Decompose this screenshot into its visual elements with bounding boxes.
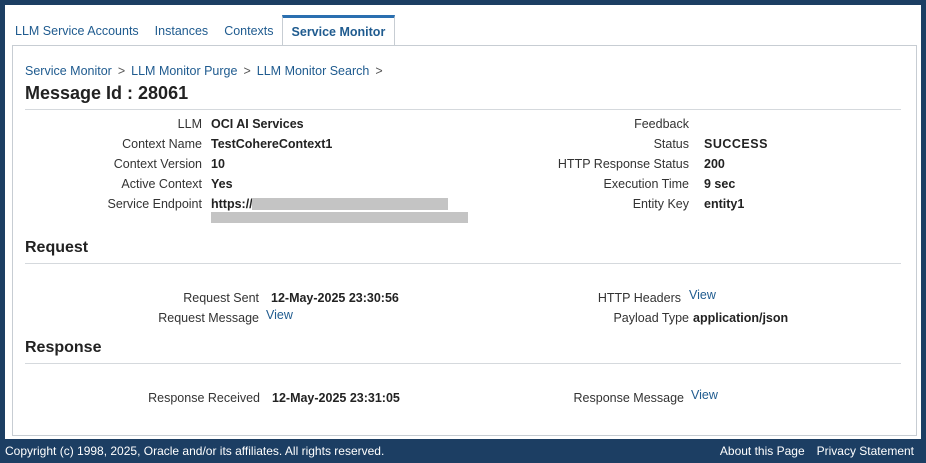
response-received-value: 12-May-2025 23:31:05: [272, 391, 400, 405]
tab-bar: LLM Service Accounts Instances Contexts …: [5, 15, 396, 47]
entity-key-label: Entity Key: [632, 197, 689, 211]
execution-time-value: 9 sec: [704, 177, 736, 191]
context-version-label: Context Version: [113, 157, 202, 171]
tab-service-monitor[interactable]: Service Monitor: [281, 15, 396, 47]
http-headers-label: HTTP Headers: [597, 291, 681, 305]
title-divider: [25, 109, 901, 110]
http-response-status-label: HTTP Response Status: [557, 157, 689, 171]
privacy-statement-link[interactable]: Privacy Statement: [817, 439, 914, 463]
copyright-text: Copyright (c) 1998, 2025, Oracle and/or …: [5, 444, 385, 458]
context-name-label: Context Name: [122, 137, 202, 151]
llm-label: LLM: [177, 117, 202, 131]
response-message-label: Response Message: [573, 391, 684, 405]
breadcrumb-separator: >: [375, 64, 383, 78]
status-value: SUCCESS: [704, 137, 768, 151]
redacted-endpoint-line-1: [252, 198, 448, 210]
request-message-label: Request Message: [158, 311, 259, 325]
http-response-status-value: 200: [704, 157, 725, 171]
active-context-value: Yes: [211, 177, 233, 191]
tab-contexts[interactable]: Contexts: [216, 16, 281, 46]
payload-type-value: application/json: [693, 311, 789, 325]
tab-instances[interactable]: Instances: [147, 16, 217, 46]
page-title: Message Id : 28061: [25, 83, 189, 103]
breadcrumb-llm-monitor-purge[interactable]: LLM Monitor Purge: [131, 64, 237, 78]
request-sent-label: Request Sent: [183, 291, 259, 305]
service-endpoint-label: Service Endpoint: [107, 197, 202, 211]
execution-time-label: Execution Time: [603, 177, 689, 191]
request-sent-value: 12-May-2025 23:30:56: [271, 291, 399, 305]
breadcrumb-separator: >: [117, 64, 126, 78]
llm-value: OCI AI Services: [211, 117, 304, 131]
entity-key-value: entity1: [704, 197, 745, 211]
payload-type-label: Payload Type: [613, 311, 689, 325]
response-divider: [25, 363, 901, 364]
tab-llm-service-accounts[interactable]: LLM Service Accounts: [5, 16, 147, 46]
response-message-view-link[interactable]: View: [691, 388, 718, 402]
breadcrumb: Service Monitor > LLM Monitor Purge > LLM Mo…: [25, 64, 389, 78]
context-version-value: 10: [211, 157, 225, 171]
breadcrumb-service-monitor[interactable]: Service Monitor: [25, 64, 112, 78]
footer-links: About this Page Privacy Statement: [720, 439, 914, 463]
request-message-view-link[interactable]: View: [266, 308, 293, 322]
status-label: Status: [653, 137, 689, 151]
redacted-endpoint-line-2: [211, 212, 468, 223]
context-name-value: TestCohereContext1: [211, 137, 333, 151]
service-endpoint-value: https://: [211, 197, 253, 211]
footer: Copyright (c) 1998, 2025, Oracle and/or …: [0, 439, 926, 463]
response-heading: Response: [25, 339, 102, 356]
request-divider: [25, 263, 901, 264]
about-this-page-link[interactable]: About this Page: [720, 439, 805, 463]
http-headers-view-link[interactable]: View: [689, 288, 716, 302]
active-context-label: Active Context: [121, 177, 202, 191]
breadcrumb-llm-monitor-search[interactable]: LLM Monitor Search: [257, 64, 370, 78]
main-frame: LLM Service Accounts Instances Contexts …: [5, 5, 921, 439]
response-received-label: Response Received: [148, 391, 260, 405]
request-heading: Request: [25, 239, 89, 256]
feedback-label: Feedback: [634, 117, 689, 131]
breadcrumb-separator: >: [243, 64, 251, 78]
content-panel: Service Monitor > LLM Monitor Purge > LLM Mo…: [12, 45, 917, 436]
